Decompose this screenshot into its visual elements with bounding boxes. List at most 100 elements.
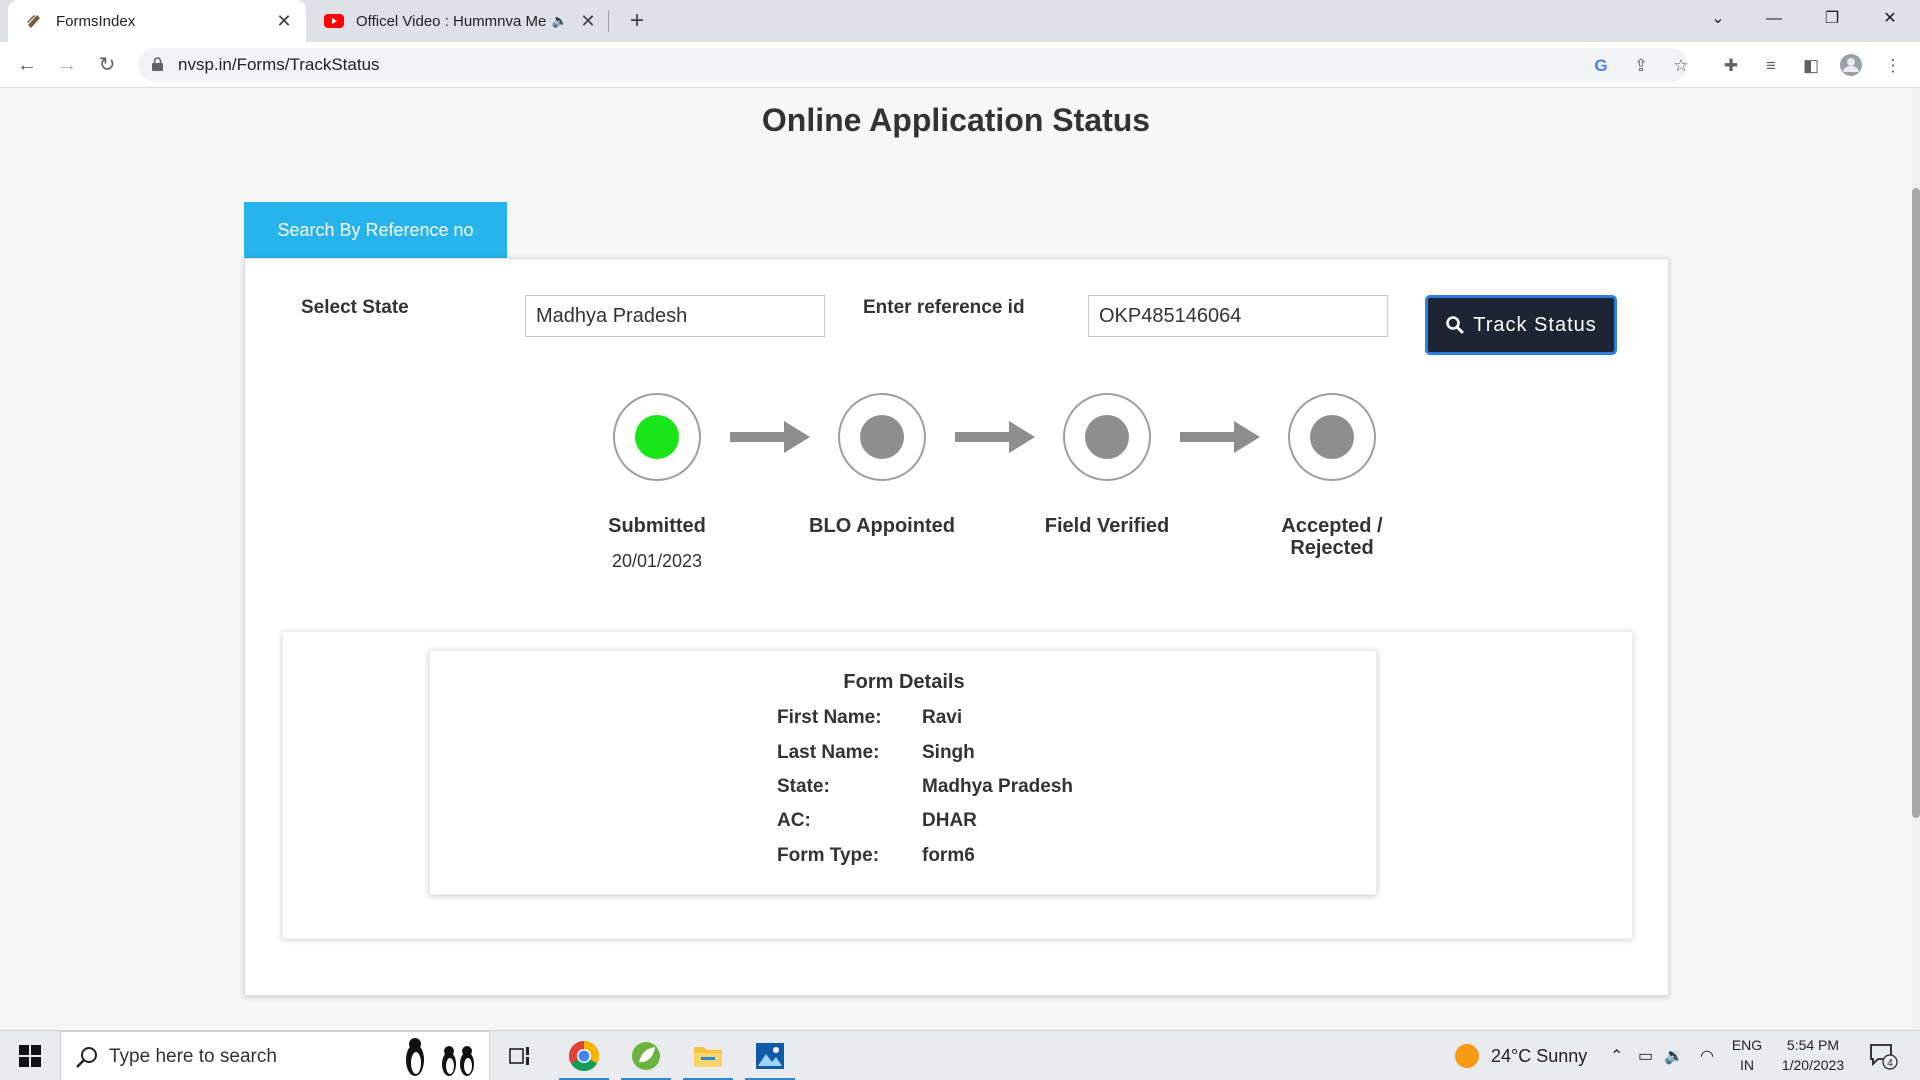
browser-tab-formsindex[interactable]: FormsIndex ✕: [8, 0, 306, 42]
weather-text: 24°C Sunny: [1491, 1045, 1588, 1066]
windows-taskbar: Type here to search 24°C Sunny ⌃ ▭ 🔉 ◠ E…: [0, 1030, 1920, 1080]
close-tab-icon[interactable]: ✕: [578, 11, 598, 32]
step-submitted-label: Submitted: [608, 515, 706, 537]
track-status-label: Track Status: [1473, 313, 1597, 336]
detail-value: form6: [922, 845, 975, 866]
new-tab-button[interactable]: +: [622, 6, 652, 36]
track-status-button[interactable]: Track Status: [1425, 295, 1617, 355]
file-explorer-taskbar-icon[interactable]: [679, 1031, 737, 1080]
formsindex-favicon-icon: [24, 11, 44, 31]
chrome-taskbar-icon[interactable]: [555, 1031, 613, 1080]
language-indicator[interactable]: ENG IN: [1727, 1037, 1767, 1073]
tab-search-by-reference[interactable]: Search By Reference no: [244, 202, 507, 258]
share-icon[interactable]: ⇪: [1630, 55, 1652, 77]
sun-weather-icon: [1455, 1044, 1479, 1068]
arrow-right-icon: [730, 421, 810, 453]
close-tab-icon[interactable]: ✕: [274, 11, 294, 32]
arrow-right-icon: [955, 421, 1035, 453]
page-viewport: Online Application Status Search By Refe…: [0, 88, 1920, 1030]
media-control-icon[interactable]: ≡: [1759, 54, 1783, 78]
search-icon: [1446, 316, 1464, 334]
address-bar[interactable]: nvsp.in/Forms/TrackStatus G ⇪ ☆: [138, 48, 1689, 82]
language-line2: IN: [1740, 1057, 1754, 1073]
photos-taskbar-icon[interactable]: [741, 1031, 799, 1080]
track-status-card: Select State Enter reference id Track St…: [244, 258, 1669, 996]
step-completed-dot: [635, 415, 679, 459]
form-details-panel: Form Details First Name: Ravi Last Name:…: [282, 631, 1633, 939]
minimize-button[interactable]: —: [1746, 0, 1802, 38]
show-hidden-icons-chevron-icon[interactable]: ⌃: [1610, 1031, 1623, 1080]
extensions-icon[interactable]: ✚: [1719, 54, 1743, 78]
detail-key: Form Type:: [777, 845, 880, 866]
taskbar-search-placeholder: Type here to search: [109, 1046, 277, 1067]
select-state-label: Select State: [301, 297, 409, 318]
form-details-title: Form Details: [843, 671, 965, 693]
detail-value: Ravi: [922, 707, 963, 728]
detail-value: Madhya Pradesh: [922, 776, 1073, 797]
taskbar-search-box[interactable]: Type here to search: [60, 1031, 490, 1080]
step-submitted-indicator: [613, 393, 701, 481]
tab-search-chevron-icon[interactable]: ⌄: [1690, 0, 1746, 38]
notification-center-icon[interactable]: 4: [1868, 1031, 1898, 1080]
windows-start-button[interactable]: [0, 1031, 60, 1080]
step-field-verified-indicator: [1063, 393, 1151, 481]
step-pending-dot: [1085, 415, 1129, 459]
task-view-icon[interactable]: [491, 1031, 549, 1080]
close-window-button[interactable]: ✕: [1862, 0, 1918, 38]
volume-icon[interactable]: 🔉: [1664, 1031, 1684, 1080]
page-scrollbar[interactable]: [1912, 88, 1920, 1030]
step-accepted-rejected-indicator: [1288, 393, 1376, 481]
step-field-verified-label: Field Verified: [1044, 515, 1170, 537]
detail-key: Last Name:: [777, 742, 880, 763]
detail-key: State:: [777, 776, 830, 797]
browser-tab-video[interactable]: Officel Video : Hummnva Me 🔈 ✕: [314, 0, 610, 42]
step-accepted-rejected-label: Accepted / Rejected: [1242, 515, 1422, 559]
detail-key: First Name:: [777, 707, 882, 728]
detail-key: AC:: [777, 810, 811, 831]
reference-id-input[interactable]: [1088, 295, 1388, 337]
back-arrow-icon[interactable]: ←: [12, 50, 42, 80]
reference-id-label: Enter reference id: [863, 297, 1025, 318]
notification-count: 4: [1887, 1058, 1893, 1069]
weather-widget[interactable]: 24°C Sunny: [1455, 1031, 1587, 1080]
profile-avatar-icon[interactable]: [1839, 54, 1863, 78]
state-input[interactable]: [525, 295, 825, 337]
reload-icon[interactable]: ↻: [92, 50, 122, 80]
clock-date: 1/20/2023: [1781, 1057, 1845, 1073]
battery-icon[interactable]: ▭: [1638, 1031, 1653, 1080]
step-blo-appointed-label: BLO Appointed: [809, 515, 955, 537]
youtube-favicon-icon: [324, 11, 344, 31]
system-clock[interactable]: 5:54 PM 1/20/2023: [1772, 1037, 1854, 1073]
wifi-icon[interactable]: ◠: [1700, 1031, 1714, 1080]
language-line1: ENG: [1731, 1037, 1763, 1053]
forward-arrow-icon[interactable]: →: [52, 50, 82, 80]
detail-value: Singh: [922, 742, 975, 763]
bookmark-star-icon[interactable]: ☆: [1670, 55, 1692, 77]
url-text: nvsp.in/Forms/TrackStatus: [178, 55, 380, 74]
step-accepted-label-line1: Accepted /: [1281, 515, 1383, 537]
side-panel-icon[interactable]: ◧: [1799, 54, 1823, 78]
google-translate-icon[interactable]: G: [1590, 55, 1612, 77]
step-submitted-date: 20/01/2023: [611, 551, 703, 571]
browser-tabstrip: FormsIndex ✕ Officel Video : Hummnva Me …: [0, 0, 1920, 42]
step-blo-appointed-indicator: [838, 393, 926, 481]
page-title: Online Application Status: [761, 102, 1151, 138]
spring-tool-taskbar-icon[interactable]: [617, 1031, 675, 1080]
arrow-right-icon: [1180, 421, 1260, 453]
restore-button[interactable]: ❐: [1804, 0, 1860, 38]
browser-menu-icon[interactable]: ⋮: [1881, 54, 1905, 78]
penguins-search-highlight-icon: [406, 1038, 474, 1076]
step-pending-dot: [1310, 415, 1354, 459]
clock-time: 5:54 PM: [1786, 1037, 1840, 1053]
windows-logo-icon: [19, 1045, 41, 1067]
scrollbar-thumb[interactable]: [1912, 188, 1920, 818]
audio-playing-icon[interactable]: 🔈: [550, 13, 570, 29]
detail-value: DHAR: [922, 810, 977, 831]
step-pending-dot: [860, 415, 904, 459]
form-details-card: Form Details First Name: Ravi Last Name:…: [429, 650, 1377, 895]
tab-title: Officel Video : Hummnva Me: [356, 12, 547, 30]
step-accepted-label-line2: Rejected: [1290, 537, 1374, 559]
tab-separator: [608, 10, 609, 32]
browser-toolbar: ← → ↻ nvsp.in/Forms/TrackStatus G ⇪ ☆ ✚ …: [0, 42, 1920, 88]
search-icon: [76, 1047, 97, 1068]
